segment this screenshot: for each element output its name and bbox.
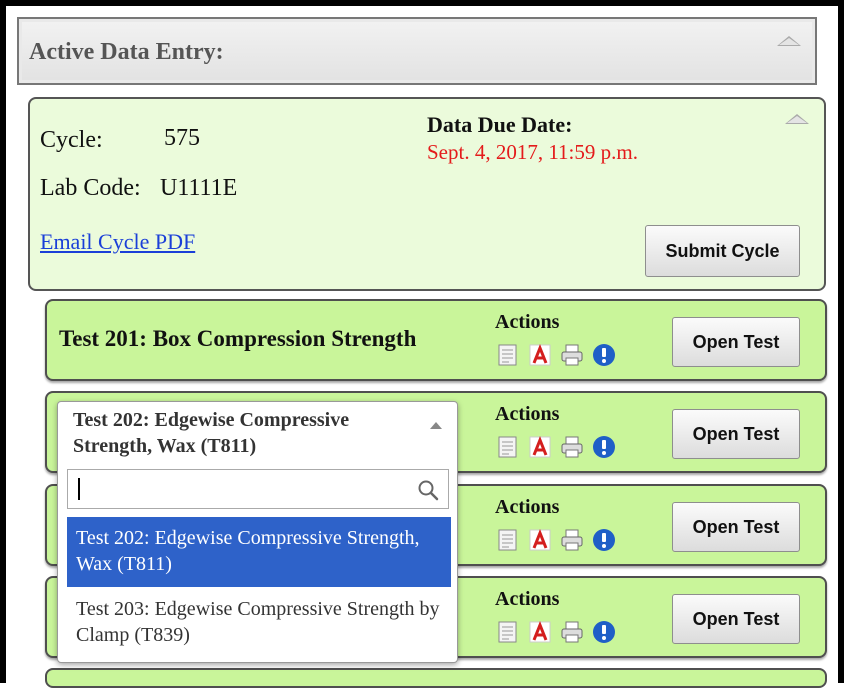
text-cursor xyxy=(78,478,80,500)
actions-label: Actions xyxy=(495,496,560,518)
dropdown-option[interactable]: Test 202: Edgewise Compressive Strength,… xyxy=(67,517,451,587)
print-icon[interactable] xyxy=(560,528,584,552)
document-icon[interactable] xyxy=(496,343,520,367)
pdf-icon[interactable] xyxy=(528,528,552,552)
pdf-icon[interactable] xyxy=(528,620,552,644)
due-date-value: Sept. 4, 2017, 11:59 p.m. xyxy=(427,140,638,164)
info-icon[interactable] xyxy=(592,435,616,459)
action-icons xyxy=(496,343,616,367)
test-row xyxy=(45,668,827,688)
test-title: Test 201: Box Compression Strength xyxy=(59,326,417,351)
print-icon[interactable] xyxy=(560,620,584,644)
cycle-label: Cycle: xyxy=(40,127,103,153)
actions-label: Actions xyxy=(495,311,560,333)
active-data-entry-header[interactable]: Active Data Entry: xyxy=(17,17,817,85)
chevron-up-icon[interactable] xyxy=(430,422,442,429)
submit-cycle-button[interactable]: Submit Cycle xyxy=(645,225,800,277)
test-row: Test 201: Box Compression Strength Actio… xyxy=(45,299,827,381)
info-icon[interactable] xyxy=(592,528,616,552)
lab-code-label: Lab Code: xyxy=(40,175,141,201)
collapse-icon[interactable] xyxy=(777,36,801,46)
cycle-value: 575 xyxy=(164,125,200,151)
action-icons xyxy=(496,435,616,459)
info-icon[interactable] xyxy=(592,620,616,644)
cycle-panel: Cycle: 575 Lab Code: U1111E Data Due Dat… xyxy=(28,97,826,291)
print-icon[interactable] xyxy=(560,343,584,367)
open-test-button[interactable]: Open Test xyxy=(672,502,800,552)
search-input[interactable] xyxy=(67,469,449,509)
select-current-value[interactable]: Test 202: Edgewise Compressive Strength,… xyxy=(58,402,457,462)
dropdown-option[interactable]: Test 203: Edgewise Compressive Strength … xyxy=(67,588,451,658)
actions-label: Actions xyxy=(495,403,560,425)
collapse-icon[interactable] xyxy=(785,114,809,124)
info-icon[interactable] xyxy=(592,343,616,367)
selected-test-label: Test 202: Edgewise Compressive Strength,… xyxy=(73,409,350,457)
document-icon[interactable] xyxy=(496,528,520,552)
due-date-label: Data Due Date: xyxy=(427,112,573,137)
email-cycle-pdf-link[interactable]: Email Cycle PDF xyxy=(40,229,195,255)
action-icons xyxy=(496,528,616,552)
lab-code-value: U1111E xyxy=(160,175,238,201)
section-title: Active Data Entry: xyxy=(29,39,224,65)
pdf-icon[interactable] xyxy=(528,435,552,459)
test-select-dropdown[interactable]: Test 202: Edgewise Compressive Strength,… xyxy=(57,401,458,663)
search-icon xyxy=(418,480,439,501)
document-icon[interactable] xyxy=(496,435,520,459)
actions-label: Actions xyxy=(495,588,560,610)
action-icons xyxy=(496,620,616,644)
open-test-button[interactable]: Open Test xyxy=(672,594,800,644)
open-test-button[interactable]: Open Test xyxy=(672,409,800,459)
print-icon[interactable] xyxy=(560,435,584,459)
document-icon[interactable] xyxy=(496,620,520,644)
open-test-button[interactable]: Open Test xyxy=(672,317,800,367)
pdf-icon[interactable] xyxy=(528,343,552,367)
